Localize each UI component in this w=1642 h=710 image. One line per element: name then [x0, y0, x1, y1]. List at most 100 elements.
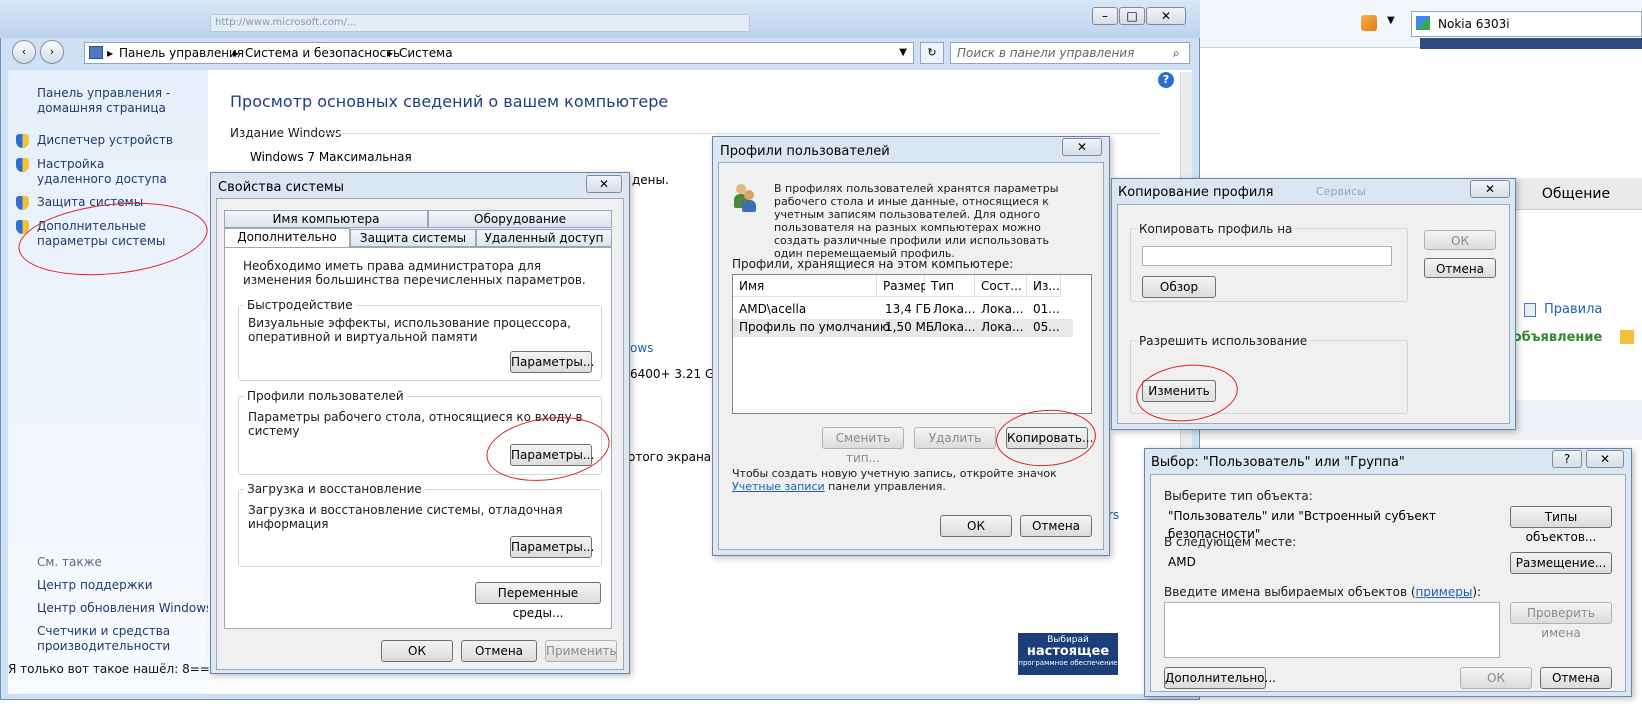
refresh-icon[interactable]: ↻ — [920, 42, 944, 64]
breadcrumb-sep: ▸ — [107, 46, 114, 60]
group-title: Профили пользователей — [244, 389, 407, 403]
location-button[interactable]: Размещение... — [1510, 552, 1612, 574]
ok-button[interactable]: ОК — [1460, 667, 1532, 689]
cancel-button[interactable]: Отмена — [1020, 515, 1092, 537]
dialog-title: Копирование профиля — [1118, 185, 1274, 200]
chevron-down-icon[interactable]: ▼ — [899, 43, 907, 63]
column-header[interactable]: Из... — [1027, 275, 1061, 297]
startup-params-button[interactable]: Параметры... — [510, 536, 594, 558]
tab-obshchenie[interactable]: Общение — [1510, 178, 1642, 210]
group-title: Загрузка и восстановление — [244, 482, 425, 496]
see-also-link[interactable]: Центр поддержки — [37, 578, 153, 593]
divider — [320, 133, 1160, 134]
group-title: Копировать профиль на — [1136, 222, 1296, 236]
close-button[interactable]: ✕ — [586, 175, 622, 193]
cell-modified: 05... — [1033, 320, 1060, 334]
group-title: Разрешить использование — [1136, 334, 1311, 348]
page-title: Просмотр основных сведений о вашем компь… — [230, 92, 669, 111]
delete-button[interactable]: Удалить — [914, 427, 996, 449]
back-button[interactable]: ‹ — [12, 40, 36, 64]
taskbar-message: Я только вот такое нашёл: 8====> — [8, 662, 240, 676]
processor-text: 6400+ 3.21 GH — [630, 367, 724, 381]
cell-name: Профиль по умолчанию — [739, 320, 890, 334]
copy-to-field[interactable] — [1142, 246, 1392, 266]
table-row[interactable]: Профиль по умолчанию 1,50 МБ Лока... Лок… — [733, 319, 1073, 337]
tab-computer-name[interactable]: Имя компьютера — [224, 210, 428, 228]
touch-text: отого экрана — [628, 450, 712, 464]
examples-link[interactable]: примеры — [1416, 585, 1473, 599]
browser-search-input[interactable]: Nokia 6303i — [1411, 11, 1642, 37]
see-also-link[interactable]: Счетчики и средства производительности — [37, 624, 187, 654]
close-button[interactable]: ✕ — [1586, 450, 1624, 468]
ok-button[interactable]: ОК — [1424, 230, 1496, 250]
type-label: Выберите тип объекта: — [1164, 489, 1313, 503]
rules-link[interactable]: Правила — [1544, 302, 1602, 317]
cancel-button[interactable]: Отмена — [461, 640, 537, 662]
object-type-field: "Пользователь" или "Встроенный субъект б… — [1164, 506, 1500, 541]
column-header[interactable]: Тип — [925, 275, 975, 297]
breadcrumb[interactable]: ▸ Панель управления ▸ Система и безопасн… — [84, 42, 914, 64]
breadcrumb-item[interactable]: Система — [399, 43, 453, 63]
names-label-text: Введите имена выбираемых объектов ( — [1164, 585, 1416, 599]
cell-type: Лока... — [933, 320, 976, 334]
ok-button[interactable]: ОК — [940, 515, 1012, 537]
column-header[interactable]: Имя — [733, 275, 877, 297]
accounts-link[interactable]: Учетные записи — [732, 480, 825, 493]
object-names-textarea[interactable] — [1164, 602, 1500, 658]
breadcrumb-sep: ▸ — [387, 46, 394, 60]
help-icon[interactable]: ? — [1158, 72, 1174, 88]
tab-advanced[interactable]: Дополнительно — [224, 228, 350, 248]
params-button[interactable]: Параметры... — [510, 351, 594, 373]
object-types-button[interactable]: Типы объектов... — [1510, 506, 1612, 544]
footer-text: Чтобы создать новую учетную запись, откр… — [732, 467, 1057, 480]
breadcrumb-item[interactable]: Панель управления — [119, 43, 244, 63]
table-row[interactable]: AMD\acella 13,4 ГБ Лока... Лока... 01... — [733, 301, 1073, 319]
close-button[interactable]: ✕ — [1146, 7, 1186, 25]
forward-button[interactable]: › — [40, 40, 64, 64]
rss-icon[interactable] — [1361, 15, 1377, 31]
browser-tab-strip — [1420, 38, 1642, 49]
dialog-title: Свойства системы — [218, 180, 345, 195]
computer-icon — [89, 46, 103, 59]
group-desc: Визуальные эффекты, использование процес… — [248, 316, 571, 344]
help-icon[interactable]: ? — [1552, 450, 1582, 468]
see-also-link[interactable]: Центр обновления Windows — [37, 601, 212, 616]
sidebar-item-devices[interactable]: Диспетчер устройств — [37, 133, 173, 148]
column-header[interactable]: Размер — [877, 275, 928, 297]
shield-icon — [16, 196, 29, 210]
cancel-button[interactable]: Отмена — [1424, 258, 1496, 278]
change-type-button[interactable]: Сменить тип... — [822, 427, 904, 465]
browse-button[interactable]: Обзор — [1142, 276, 1216, 298]
profiles-list[interactable]: Имя Размер Тип Сост... Из... AMD\acella … — [732, 274, 1092, 414]
tab-hardware[interactable]: Оборудование — [428, 210, 612, 228]
check-names-button[interactable]: Проверить имена — [1510, 602, 1612, 640]
search-icon[interactable]: ⌕ — [1173, 46, 1180, 61]
group-title: Быстродействие — [244, 298, 356, 312]
advanced-button[interactable]: Дополнительно... — [1164, 667, 1276, 689]
cancel-button[interactable]: Отмена — [1540, 667, 1612, 689]
env-vars-button[interactable]: Переменные среды... — [475, 582, 601, 620]
ok-button[interactable]: ОК — [381, 640, 453, 662]
close-button[interactable]: ✕ — [1062, 138, 1102, 156]
breadcrumb-item[interactable]: Система и безопасность — [245, 43, 400, 63]
sidebar-home-link[interactable]: Панель управления - домашняя страница — [37, 86, 197, 116]
cell-status: Лока... — [981, 302, 1024, 316]
see-also-heading: См. также — [37, 555, 102, 569]
chevron-down-icon[interactable]: ▼ — [1387, 15, 1395, 26]
apply-button[interactable]: Применить — [545, 640, 617, 662]
profiles-footer: Чтобы создать новую учетную запись, откр… — [732, 467, 1092, 493]
minimize-button[interactable]: – — [1092, 7, 1118, 25]
maximize-button[interactable]: □ — [1119, 7, 1145, 25]
location-label: В следующем месте: — [1164, 535, 1297, 549]
ghost-address-bar: http://www.microsoft.com/... — [210, 14, 750, 32]
shield-icon — [16, 134, 29, 148]
search-input[interactable]: Поиск в панели управления — [950, 42, 1190, 64]
rating-link[interactable]: ows — [630, 341, 653, 355]
tab-system-protection[interactable]: Защита системы — [350, 229, 476, 247]
tab-remote[interactable]: Удаленный доступ — [476, 229, 612, 247]
close-button[interactable]: ✕ — [1470, 180, 1510, 198]
sidebar-item-remote[interactable]: Настройка удаленного доступа — [37, 157, 177, 187]
column-header[interactable]: Сост... — [975, 275, 1027, 297]
genuine-badge[interactable]: Выбирай настоящее программное обеспечени… — [1018, 633, 1118, 675]
pencil-icon — [1620, 330, 1634, 344]
